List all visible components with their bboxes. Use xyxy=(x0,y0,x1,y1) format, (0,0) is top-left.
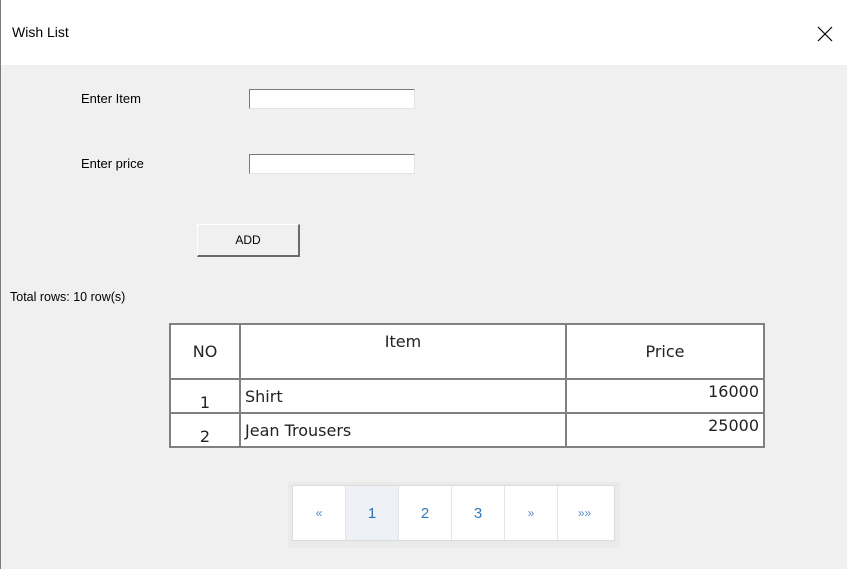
item-cell: Shirt xyxy=(239,378,567,414)
price-cell: 25000 xyxy=(565,412,765,448)
first-page-button[interactable]: « xyxy=(293,486,346,540)
next-page-button[interactable]: » xyxy=(505,486,558,540)
page-3-button[interactable]: 3 xyxy=(452,486,505,540)
title-bar: Wish List xyxy=(1,0,847,65)
price-input[interactable] xyxy=(249,154,415,174)
add-button[interactable]: ADD xyxy=(197,224,300,257)
row-number-cell: 1 xyxy=(169,378,241,414)
close-button[interactable] xyxy=(803,14,847,54)
table-row: 2 Jean Trousers 25000 xyxy=(169,412,765,448)
column-header-item: Item xyxy=(239,323,567,380)
column-header-price: Price xyxy=(565,323,765,380)
table-row: 1 Shirt 16000 xyxy=(169,378,765,414)
close-icon xyxy=(817,26,833,42)
window-title: Wish List xyxy=(12,24,69,40)
enter-price-label: Enter price xyxy=(81,156,144,171)
total-rows-label: Total rows: 10 row(s) xyxy=(10,290,126,304)
page-1-button[interactable]: 1 xyxy=(346,486,399,540)
price-cell: 16000 xyxy=(565,378,765,414)
wish-list-table: NO Item Price 1 Shirt 16000 2 Jean Trous… xyxy=(169,323,765,448)
column-header-no: NO xyxy=(169,323,241,380)
client-area: Enter Item Enter price ADD Total rows: 1… xyxy=(1,65,847,569)
pagination: « 1 2 3 » »» xyxy=(288,482,620,548)
last-page-button[interactable]: »» xyxy=(558,486,611,540)
page-2-button[interactable]: 2 xyxy=(399,486,452,540)
item-cell: Jean Trousers xyxy=(239,412,567,448)
table-header-row: NO Item Price xyxy=(169,323,765,380)
wish-list-window: Wish List Enter Item Enter price ADD Tot… xyxy=(0,0,847,569)
row-number-cell: 2 xyxy=(169,412,241,448)
enter-item-label: Enter Item xyxy=(81,91,141,106)
item-input[interactable] xyxy=(249,89,415,109)
